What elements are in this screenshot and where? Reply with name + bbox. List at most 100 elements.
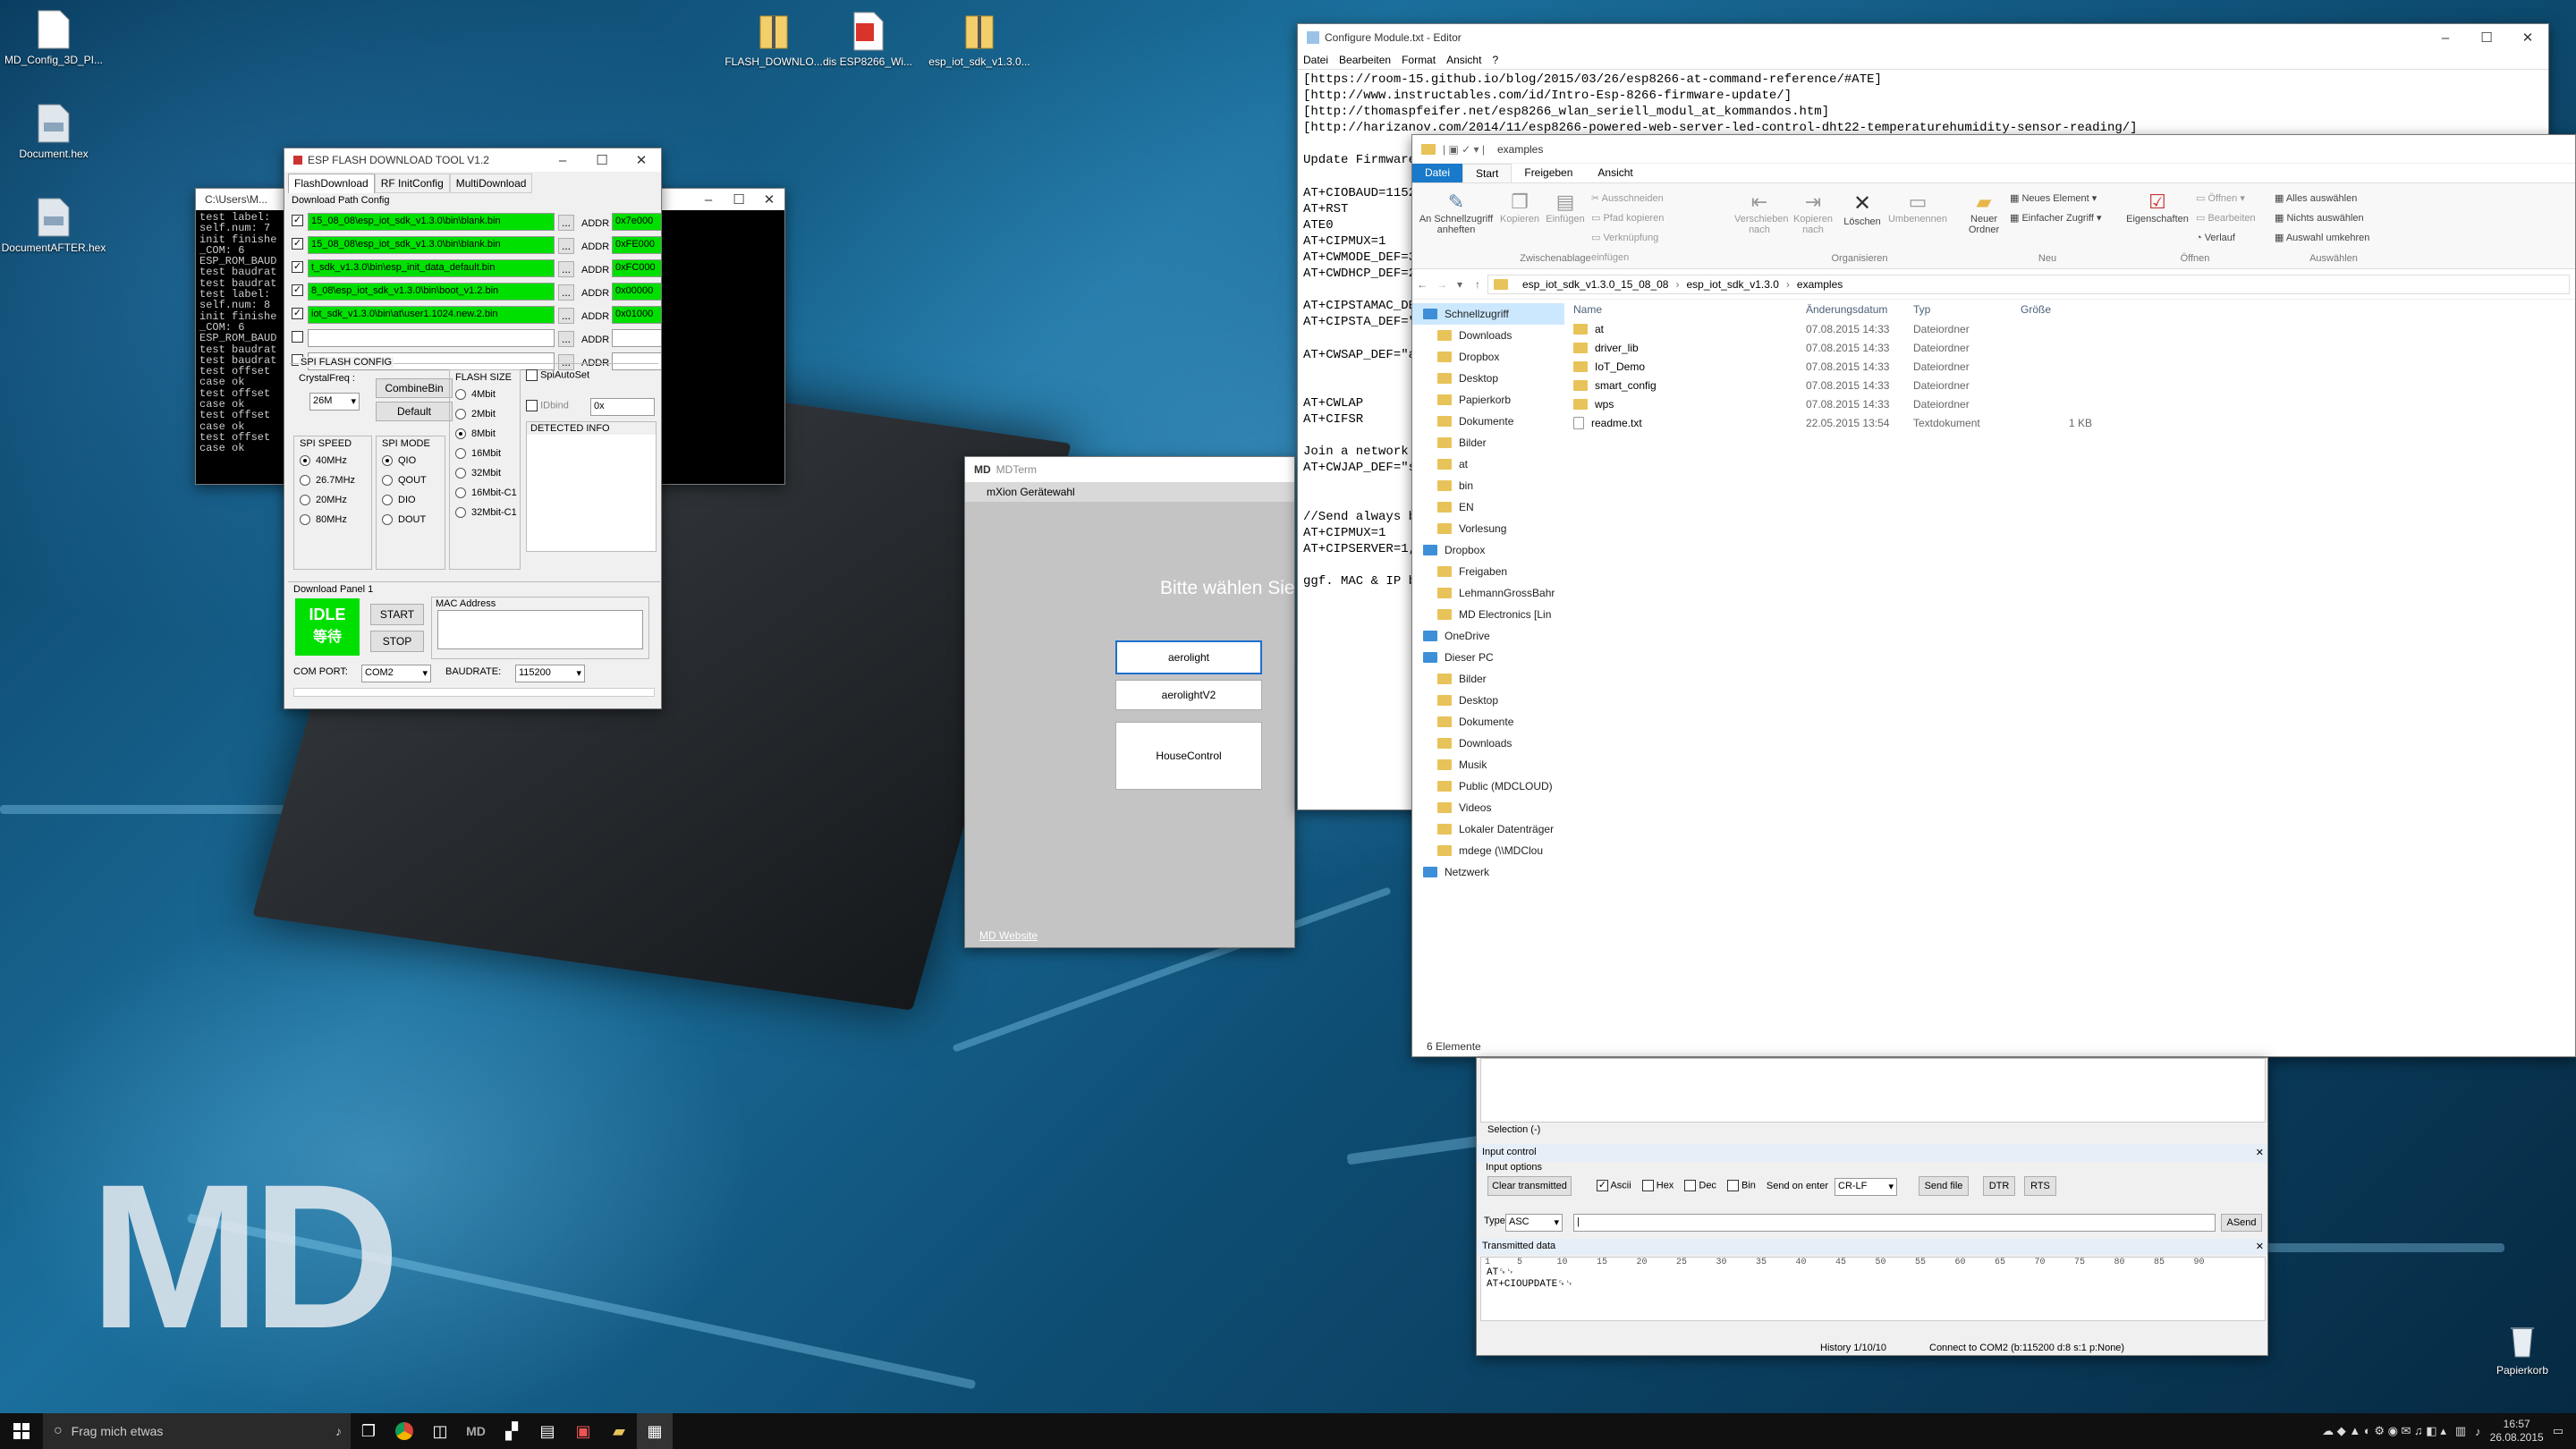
close-icon[interactable]: ✕ <box>2256 1241 2264 1252</box>
send-input[interactable]: | <box>1573 1214 2216 1232</box>
terminal-icon[interactable]: ▦ <box>637 1413 673 1449</box>
send-file-button[interactable]: Send file <box>1919 1176 1969 1196</box>
md-app-icon[interactable]: MD <box>458 1413 494 1449</box>
nav-item[interactable]: at <box>1412 453 1564 475</box>
nav-item[interactable]: Vorlesung <box>1412 518 1564 539</box>
minimize-icon[interactable]: – <box>2425 24 2466 51</box>
row-checkbox[interactable]: ✓ <box>292 308 303 319</box>
tab-rfinitconfig[interactable]: RF InitConfig <box>374 174 450 193</box>
crystal-select[interactable]: 26M ▾ <box>309 393 360 411</box>
addr-field[interactable]: 0xFC000 <box>612 259 661 277</box>
device-aerolightv2-button[interactable]: aerolightV2 <box>1115 680 1262 710</box>
radio-button[interactable] <box>300 514 310 525</box>
addr-field[interactable]: 0x00000 <box>612 283 661 301</box>
close-icon[interactable]: ✕ <box>622 148 661 172</box>
terminal-window[interactable]: Selection (-) Input control ✕ Input opti… <box>1476 1057 2268 1356</box>
path-field[interactable] <box>308 329 555 347</box>
maximize-icon[interactable]: ☐ <box>724 189 754 210</box>
copy-button[interactable]: ❐ Kopieren <box>1500 191 1539 225</box>
desktop-icon[interactable]: FLASH_DOWNLO... <box>720 11 827 68</box>
tool-icon[interactable]: ▞ <box>494 1413 530 1449</box>
pin-button[interactable]: ✎ An Schnellzugriff anheften <box>1416 191 1496 235</box>
esp-flash-tool-window[interactable]: ESP FLASH DOWNLOAD TOOL V1.2 – ☐ ✕ FlashDo… <box>284 148 662 709</box>
nav-item[interactable]: EN <box>1412 496 1564 518</box>
close-icon[interactable]: ✕ <box>2256 1147 2264 1158</box>
radio-button[interactable] <box>455 428 466 439</box>
column-size[interactable]: Größe <box>2021 303 2092 316</box>
chevron-down-icon[interactable]: ▾ <box>1452 278 1468 291</box>
path-field[interactable]: 15_08_08\esp_iot_sdk_v1.3.0\bin\blank.bi… <box>308 213 555 231</box>
network-icon[interactable]: ▥ <box>2455 1424 2466 1438</box>
nav-item[interactable]: Schnellzugriff <box>1412 303 1564 325</box>
radio-button[interactable] <box>455 468 466 479</box>
file-row[interactable]: readme.txt 22.05.2015 13:54 Textdokument 1 … <box>1566 413 2575 432</box>
spiautoset-checkbox[interactable]: SpiAutoSet <box>526 369 589 381</box>
nav-item[interactable]: Bilder <box>1412 432 1564 453</box>
checkbox[interactable] <box>526 400 538 411</box>
ribbon-tab[interactable]: Ansicht <box>1585 164 1645 182</box>
send-mode-select[interactable]: CR-LF ▾ <box>1835 1178 1897 1196</box>
close-icon[interactable]: ✕ <box>2507 24 2548 51</box>
search-box[interactable]: ○ Frag mich etwas ♪ <box>43 1413 351 1449</box>
ribbon-tab[interactable]: Datei <box>1412 164 1463 182</box>
nav-item[interactable]: Downloads <box>1412 733 1564 754</box>
dec-checkbox[interactable]: Dec <box>1684 1180 1716 1191</box>
row-checkbox[interactable]: ✓ <box>292 284 303 296</box>
dtr-button[interactable]: DTR <box>1983 1176 2015 1196</box>
explorer-window[interactable]: | ▣ ✓ ▾ | examples Datei Start Freigeben An… <box>1411 134 2576 1057</box>
properties-button[interactable]: ☑ Eigenschaften <box>2119 191 2196 225</box>
volume-icon[interactable]: ♪ <box>2475 1425 2481 1438</box>
path-field[interactable]: 15_08_08\esp_iot_sdk_v1.3.0\bin\blank.bi… <box>308 236 555 254</box>
microphone-icon[interactable]: ♪ <box>335 1424 342 1438</box>
addr-field[interactable] <box>612 329 661 347</box>
column-name[interactable]: Name <box>1573 303 1806 316</box>
device-housecontrol-button[interactable]: HouseControl <box>1115 722 1262 790</box>
checkbox[interactable]: ✓ <box>1597 1180 1608 1191</box>
chrome-icon[interactable] <box>386 1413 422 1449</box>
copyto-button[interactable]: ⇥ Kopieren nach <box>1788 191 1838 235</box>
radio-button[interactable] <box>382 495 393 505</box>
path-field[interactable]: 8_08\esp_iot_sdk_v1.3.0\bin\boot_v1.2.bi… <box>308 283 555 301</box>
explorer-icon[interactable]: ▰ <box>601 1413 637 1449</box>
nav-item[interactable]: Freigaben <box>1412 561 1564 582</box>
radio-option[interactable]: 20MHz <box>294 490 371 510</box>
type-select[interactable]: ASC ▾ <box>1505 1214 1563 1232</box>
checkbox[interactable] <box>1726 1180 1739 1191</box>
radio-button[interactable] <box>455 507 466 518</box>
notepad-icon[interactable]: ▤ <box>530 1413 565 1449</box>
desktop-icon[interactable]: Document.hex <box>0 103 107 160</box>
device-aerolight-button[interactable]: aerolight <box>1115 640 1262 674</box>
nav-item[interactable]: Videos <box>1412 797 1564 818</box>
nav-item[interactable]: Dropbox <box>1412 346 1564 368</box>
delete-button[interactable]: ✕ Löschen <box>1842 191 1883 227</box>
radio-button[interactable] <box>300 475 310 486</box>
minimize-icon[interactable]: – <box>543 148 582 172</box>
radio-option[interactable]: 40MHz <box>294 451 371 470</box>
tab-multidownload[interactable]: MultiDownload <box>449 174 533 193</box>
combinebin-button[interactable]: CombineBin <box>376 378 453 398</box>
checkbox[interactable] <box>1641 1180 1654 1191</box>
menu-item[interactable]: Ansicht <box>1446 54 1481 66</box>
desktop-icon[interactable]: DocumentAFTER.hex <box>0 197 107 254</box>
nav-item[interactable]: Dokumente <box>1412 411 1564 432</box>
radio-button[interactable] <box>382 514 393 525</box>
radio-option[interactable]: QIO <box>377 451 445 470</box>
file-row[interactable]: wps 07.08.2015 14:33 Dateiordner <box>1566 394 2575 413</box>
nav-item[interactable]: Public (MDCLOUD) <box>1412 775 1564 797</box>
desktop-icon[interactable]: dis ESP8266_Wi... <box>814 11 921 68</box>
newitem-button[interactable]: ▦ Neues Element ▾ <box>2010 189 2126 208</box>
radio-option[interactable]: 8Mbit <box>450 424 520 444</box>
nav-item[interactable]: Bilder <box>1412 668 1564 690</box>
mac-textbox[interactable] <box>437 610 643 649</box>
stop-button[interactable]: STOP <box>370 631 424 652</box>
radio-option[interactable]: QOUT <box>377 470 445 490</box>
menu-item[interactable]: Format <box>1402 54 1436 66</box>
select-none-button[interactable]: ▦ Nichts auswählen <box>2275 208 2400 228</box>
quick-access-toolbar[interactable]: | ▣ ✓ ▾ | <box>1443 143 1485 156</box>
radio-option[interactable]: 80MHz <box>294 510 371 530</box>
ribbon-tab[interactable]: Freigeben <box>1512 164 1585 182</box>
column-date[interactable]: Änderungsdatum <box>1806 303 1913 316</box>
addr-field[interactable]: 0x01000 <box>612 306 661 324</box>
rename-button[interactable]: ▭ Umbenennen <box>1886 191 1949 225</box>
file-row[interactable]: at 07.08.2015 14:33 Dateiordner <box>1566 319 2575 338</box>
